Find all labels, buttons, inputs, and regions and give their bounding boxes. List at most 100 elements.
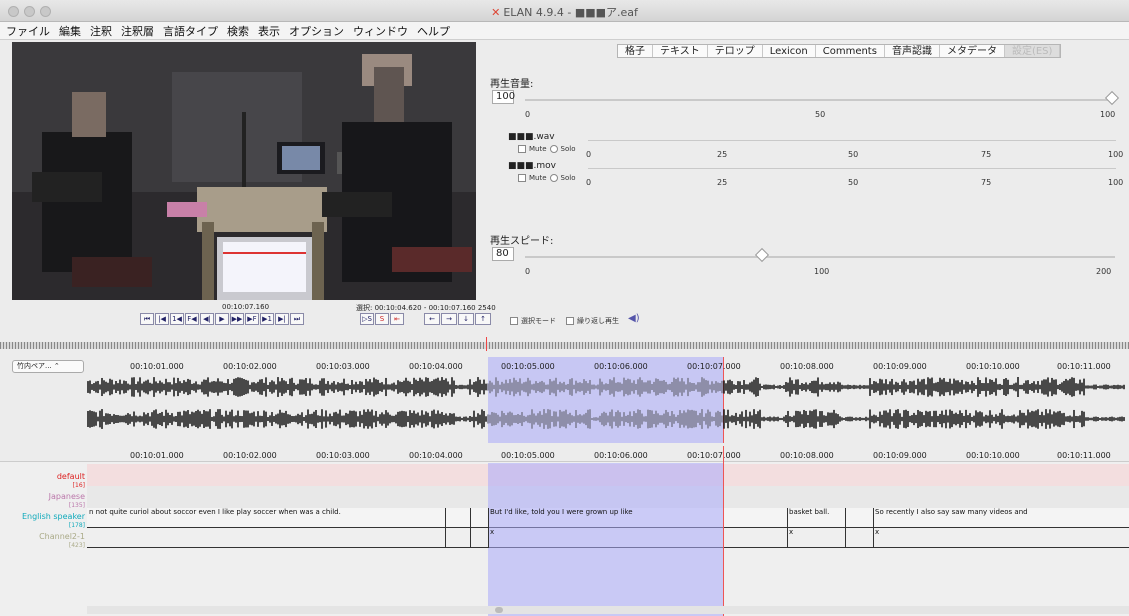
tier-name-english[interactable]: English speaker [178] (22, 512, 85, 530)
mute-checkbox-wav[interactable] (518, 145, 526, 153)
menu-options[interactable]: オプション (289, 23, 344, 39)
annotation[interactable]: But I'd like, told you I were grown up l… (488, 508, 633, 516)
previous-pixel-button[interactable]: F◀ (185, 313, 199, 325)
wav-tick-50: 50 (848, 150, 859, 159)
annotation[interactable]: So recently I also say saw many videos a… (873, 508, 1028, 516)
annotation-boundary (470, 508, 471, 548)
speaker-icon[interactable]: ◀) (628, 313, 640, 324)
menu-file[interactable]: ファイル (6, 23, 50, 39)
tab-text[interactable]: テキスト (653, 45, 708, 57)
tab-comments[interactable]: Comments (816, 45, 885, 57)
speed-label: 再生スピード: (490, 236, 554, 247)
tier-name-default[interactable]: default [16] (57, 472, 85, 490)
menu-edit[interactable]: 編集 (59, 23, 81, 39)
timeline-viewer[interactable]: 00:10:01.000 00:10:02.000 00:10:03.000 0… (0, 446, 1129, 616)
tab-metadata[interactable]: メタデータ (940, 45, 1005, 57)
previous-second-button[interactable]: |◀ (155, 313, 169, 325)
waveform-viewer[interactable]: 竹内ペア... ⌃ 00:10:01.000 00:10:02.000 00:1… (0, 357, 1129, 443)
solo-radio-mov[interactable] (549, 174, 558, 182)
menu-bar: ファイル 編集 注釈 注釈層 言語タイプ 検索 表示 オプション ウィンドウ ヘ… (0, 22, 1129, 40)
mov-tick-0: 0 (586, 178, 592, 187)
menu-window[interactable]: ウィンドウ (353, 23, 408, 39)
volume-value-field[interactable]: 100 (492, 90, 515, 104)
time-label-1: 00:10:01.000 (130, 451, 184, 460)
play-around-selection-button[interactable]: ▷S (360, 313, 374, 325)
up-arrow-button[interactable]: ↑ (475, 313, 491, 325)
menu-search[interactable]: 検索 (227, 23, 249, 39)
overview-ruler[interactable] (0, 342, 1129, 349)
tier-count: [135] (68, 502, 85, 509)
mute-checkbox-mov[interactable] (518, 174, 526, 182)
annotation-boundary (845, 508, 846, 548)
right-arrow-button[interactable]: → (441, 313, 457, 325)
annotation[interactable]: x (488, 528, 494, 536)
tab-subtitles[interactable]: テロップ (708, 45, 763, 57)
time-label-11: 00:10:11.000 (1057, 451, 1111, 460)
time-label-2: 00:10:02.000 (223, 451, 277, 460)
tab-settings[interactable]: 設定(ES) (1004, 45, 1061, 57)
speed-tick-0: 0 (525, 267, 531, 276)
horizontal-scrollbar[interactable] (87, 606, 1129, 614)
track-mov-name: ■■■.mov (508, 161, 556, 171)
down-arrow-button[interactable]: ↓ (458, 313, 474, 325)
speed-tick-100: 100 (814, 267, 830, 276)
next-pixel-button[interactable]: ▶F (245, 313, 259, 325)
tab-lexicon[interactable]: Lexicon (763, 45, 816, 57)
time-label-3: 00:10:03.000 (316, 451, 370, 460)
tab-recognizer[interactable]: 音声認識 (885, 45, 940, 57)
scrollbar-thumb[interactable] (495, 607, 503, 613)
menu-help[interactable]: ヘルプ (417, 23, 450, 39)
annotation[interactable]: n not quite curiol about soccor even I l… (87, 508, 341, 516)
time-label-10: 00:10:10.000 (966, 451, 1020, 460)
solo-label: Solo (560, 145, 576, 153)
tier-label: English speaker (21, 512, 85, 521)
selection-mode-checkbox[interactable] (510, 317, 518, 325)
selection-boundary-button[interactable]: ⇤ (390, 313, 404, 325)
solo-radio-wav[interactable] (549, 145, 558, 153)
wav-tick-100: 100 (1108, 150, 1124, 159)
menu-annotation[interactable]: 注釈 (90, 23, 112, 39)
loop-mode-label: 繰り返し再生 (577, 317, 619, 325)
mov-tick-25: 25 (717, 178, 728, 187)
mov-volume-slider[interactable] (588, 168, 1116, 169)
current-time-readout: 00:10:07.160 (222, 303, 270, 311)
clear-selection-button[interactable]: S (375, 313, 389, 325)
tier-label: Japanese (48, 492, 85, 501)
tier-name-japanese[interactable]: Japanese [135] (49, 492, 85, 510)
selection-readout: 選択: 00:10:04.620 - 00:10:07.160 2540 (356, 304, 496, 312)
selection-mode-label: 選択モード (521, 317, 556, 325)
left-arrow-button[interactable]: ← (424, 313, 440, 325)
annotation[interactable]: x (873, 528, 879, 536)
annotation[interactable]: basket ball. (787, 508, 829, 516)
video-viewer[interactable] (12, 42, 476, 300)
go-to-end-button[interactable]: ⏭ (290, 313, 304, 325)
previous-frame-button[interactable]: 1◀ (170, 313, 184, 325)
playback-buttons: ⏮ |◀ 1◀ F◀ ◀| ▶ ▶▶ ▶F ▶1 ▶| ⏭ (140, 313, 304, 325)
wav-tick-75: 75 (981, 150, 992, 159)
wav-volume-slider[interactable] (588, 140, 1116, 141)
next-second-button[interactable]: ▶| (275, 313, 289, 325)
speed-slider[interactable] (525, 256, 1115, 258)
menu-language-type[interactable]: 言語タイプ (163, 23, 218, 39)
next-frame-button[interactable]: ▶1 (260, 313, 274, 325)
play-button[interactable]: ▶ (215, 313, 229, 325)
annotation[interactable]: x (787, 528, 793, 536)
tier-name-channel[interactable]: Channel2-1 [423] (39, 532, 85, 550)
menu-view[interactable]: 表示 (258, 23, 280, 39)
annotation-boundary (445, 508, 446, 548)
wav-tick-25: 25 (717, 150, 728, 159)
speed-slider-thumb[interactable] (754, 247, 770, 263)
step-back-button[interactable]: ◀| (200, 313, 214, 325)
loop-mode-checkbox[interactable] (566, 317, 574, 325)
speed-tick-200: 200 (1096, 267, 1112, 276)
time-label-7: 00:10:07.000 (687, 451, 741, 460)
volume-slider[interactable] (525, 99, 1115, 101)
speed-value-field[interactable]: 80 (492, 247, 514, 261)
volume-tick-50: 50 (815, 110, 826, 119)
go-to-begin-button[interactable]: ⏮ (140, 313, 154, 325)
mute-label: Mute (529, 174, 547, 182)
volume-slider-thumb[interactable] (1104, 90, 1120, 106)
menu-tier[interactable]: 注釈層 (121, 23, 154, 39)
play-selection-button[interactable]: ▶▶ (230, 313, 244, 325)
tab-grid[interactable]: 格子 (618, 45, 653, 57)
